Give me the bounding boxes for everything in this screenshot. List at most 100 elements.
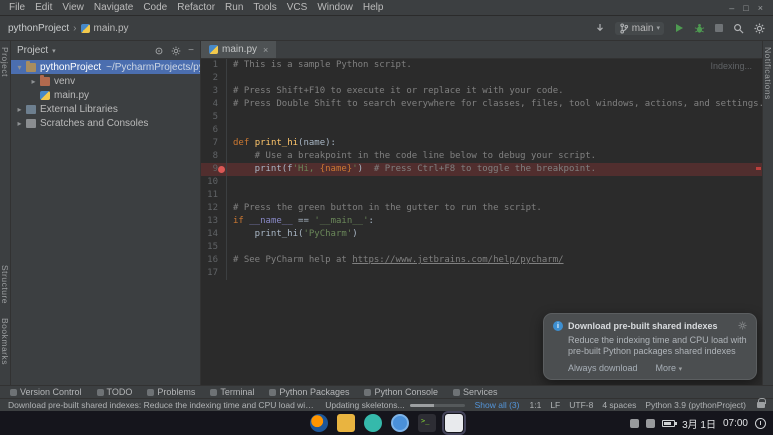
notification-settings-gear-icon[interactable] xyxy=(738,321,747,332)
run-button[interactable] xyxy=(674,23,684,33)
line-separator[interactable]: LF xyxy=(550,400,560,410)
panel-settings-gear-icon[interactable] xyxy=(171,46,181,56)
menu-item-refactor[interactable]: Refactor xyxy=(172,2,220,13)
caret-position[interactable]: 1:1 xyxy=(529,400,541,410)
line-number[interactable]: 12 xyxy=(201,202,227,215)
menu-item-vcs[interactable]: VCS xyxy=(282,2,313,13)
more-button[interactable]: More ▾ xyxy=(656,363,683,373)
toolwindow-terminal[interactable]: Terminal xyxy=(210,387,254,397)
code-line-5[interactable]: 5 xyxy=(201,111,762,124)
battery-icon[interactable] xyxy=(662,419,678,427)
locate-file-icon[interactable] xyxy=(154,46,164,56)
code-line-11[interactable]: 11 xyxy=(201,189,762,202)
show-all-link[interactable]: Show all (3) xyxy=(475,400,520,410)
code-line-12[interactable]: 12 # Press the green button in the gutter… xyxy=(201,202,762,215)
code-line-17[interactable]: 17 xyxy=(201,267,762,280)
menu-item-code[interactable]: Code xyxy=(138,2,172,13)
code-line-1[interactable]: 1 # This is a sample Python script. xyxy=(201,59,762,72)
code-line-16[interactable]: 16 # See PyCharm help at https://www.jetb… xyxy=(201,254,762,267)
indent-style[interactable]: 4 spaces xyxy=(602,400,636,410)
hide-panel-icon[interactable]: − xyxy=(188,45,194,56)
firefox-icon[interactable] xyxy=(310,414,328,432)
line-number[interactable]: 6 xyxy=(201,124,227,137)
debug-button[interactable] xyxy=(694,23,705,34)
tab-close-icon[interactable]: × xyxy=(263,45,268,55)
code-line-10[interactable]: 10 xyxy=(201,176,762,189)
breakpoint-icon[interactable] xyxy=(218,166,225,173)
code-line-8[interactable]: 8 # Use a breakpoint in the code line be… xyxy=(201,150,762,163)
line-number[interactable]: 16 xyxy=(201,254,227,267)
tree-item-scratches-and-consoles[interactable]: ▸ Scratches and Consoles xyxy=(11,116,200,130)
line-number[interactable]: 14 xyxy=(201,228,227,241)
menu-item-window[interactable]: Window xyxy=(312,2,358,13)
breadcrumb-file[interactable]: main.py xyxy=(94,23,129,34)
toolwindow-python-console[interactable]: Python Console xyxy=(364,387,438,397)
always-download-button[interactable]: Always download xyxy=(568,363,638,373)
code-line-13[interactable]: 13 if __name__ == '__main__': xyxy=(201,215,762,228)
tray-date[interactable]: 3月 1日 xyxy=(682,416,716,431)
line-number[interactable]: 7 xyxy=(201,137,227,150)
active-app-icon[interactable] xyxy=(442,411,466,435)
line-number[interactable]: 11 xyxy=(201,189,227,202)
status-message[interactable]: Download pre-built shared indexes: Reduc… xyxy=(8,400,315,410)
code-line-9[interactable]: 9 print(f'Hi, {name}') # Press Ctrl+F8 t… xyxy=(201,163,762,176)
search-everywhere-icon[interactable] xyxy=(733,23,744,34)
tree-item-pythonproject[interactable]: ▾ pythonProject ~/PycharmProjects/pythonP… xyxy=(11,60,200,74)
code-line-7[interactable]: 7 def print_hi(name): xyxy=(201,137,762,150)
code-line-4[interactable]: 4 # Press Double Shift to search everywhe… xyxy=(201,98,762,111)
tool-stripe-structure[interactable]: Structure xyxy=(0,265,10,304)
close-button[interactable]: × xyxy=(758,3,763,13)
maximize-button[interactable]: □ xyxy=(743,3,748,13)
breadcrumb-project[interactable]: pythonProject xyxy=(8,23,69,34)
toolwindow-problems[interactable]: Problems xyxy=(147,387,195,397)
settings-gear-icon[interactable] xyxy=(754,22,765,34)
tab-main-py[interactable]: main.py × xyxy=(201,41,277,58)
toolwindow-todo[interactable]: TODO xyxy=(96,387,132,397)
toolwindow-python-packages[interactable]: Python Packages xyxy=(269,387,349,397)
code-line-15[interactable]: 15 xyxy=(201,241,762,254)
code-line-14[interactable]: 14 print_hi('PyCharm') xyxy=(201,228,762,241)
menu-item-view[interactable]: View xyxy=(57,2,89,13)
file-encoding[interactable]: UTF-8 xyxy=(569,400,593,410)
code-line-2[interactable]: 2 xyxy=(201,72,762,85)
line-number[interactable]: 10 xyxy=(201,176,227,189)
line-number[interactable]: 1 xyxy=(201,59,227,72)
tool-stripe-project[interactable]: Project xyxy=(0,47,10,77)
toolwindow-version-control[interactable]: Version Control xyxy=(10,387,82,397)
toolwindow-services[interactable]: Services xyxy=(453,387,498,397)
stop-button[interactable] xyxy=(715,24,723,32)
terminal-icon[interactable] xyxy=(418,414,436,432)
vcs-update-icon[interactable] xyxy=(595,23,605,33)
code-line-6[interactable]: 6 xyxy=(201,124,762,137)
minimize-button[interactable]: – xyxy=(729,3,734,13)
menu-item-edit[interactable]: Edit xyxy=(30,2,57,13)
tree-item-main-py[interactable]: main.py xyxy=(11,88,200,102)
code-line-3[interactable]: 3 # Press Shift+F10 to execute it or repl… xyxy=(201,85,762,98)
line-number[interactable]: 2 xyxy=(201,72,227,85)
menu-item-tools[interactable]: Tools xyxy=(248,2,281,13)
tray-time[interactable]: 07:00 xyxy=(723,418,748,429)
volume-icon[interactable] xyxy=(646,418,656,428)
python-interpreter[interactable]: Python 3.9 (pythonProject) xyxy=(645,400,746,410)
menu-item-navigate[interactable]: Navigate xyxy=(89,2,138,13)
code-editor[interactable]: 1 # This is a sample Python script. 2 3 # Pr… xyxy=(201,59,762,385)
power-icon[interactable] xyxy=(755,417,766,429)
software-icon[interactable] xyxy=(364,414,382,432)
lock-icon[interactable] xyxy=(757,398,766,408)
tool-stripe-notifications[interactable]: Notifications xyxy=(763,47,773,100)
git-branch-widget[interactable]: main ▾ xyxy=(614,21,664,35)
line-number[interactable]: 13 xyxy=(201,215,227,228)
menu-item-file[interactable]: File xyxy=(4,2,30,13)
line-number[interactable]: 15 xyxy=(201,241,227,254)
network-icon[interactable] xyxy=(630,418,640,428)
chromium-icon[interactable] xyxy=(391,414,409,432)
files-icon[interactable] xyxy=(337,414,355,432)
project-panel-title[interactable]: Project xyxy=(17,45,48,56)
tree-item-venv[interactable]: ▸ venv xyxy=(11,74,200,88)
line-number[interactable]: 3 xyxy=(201,85,227,98)
menu-item-help[interactable]: Help xyxy=(358,2,389,13)
line-number[interactable]: 5 xyxy=(201,111,227,124)
line-number[interactable]: 17 xyxy=(201,267,227,280)
line-number[interactable]: 8 xyxy=(201,150,227,163)
line-number[interactable]: 4 xyxy=(201,98,227,111)
